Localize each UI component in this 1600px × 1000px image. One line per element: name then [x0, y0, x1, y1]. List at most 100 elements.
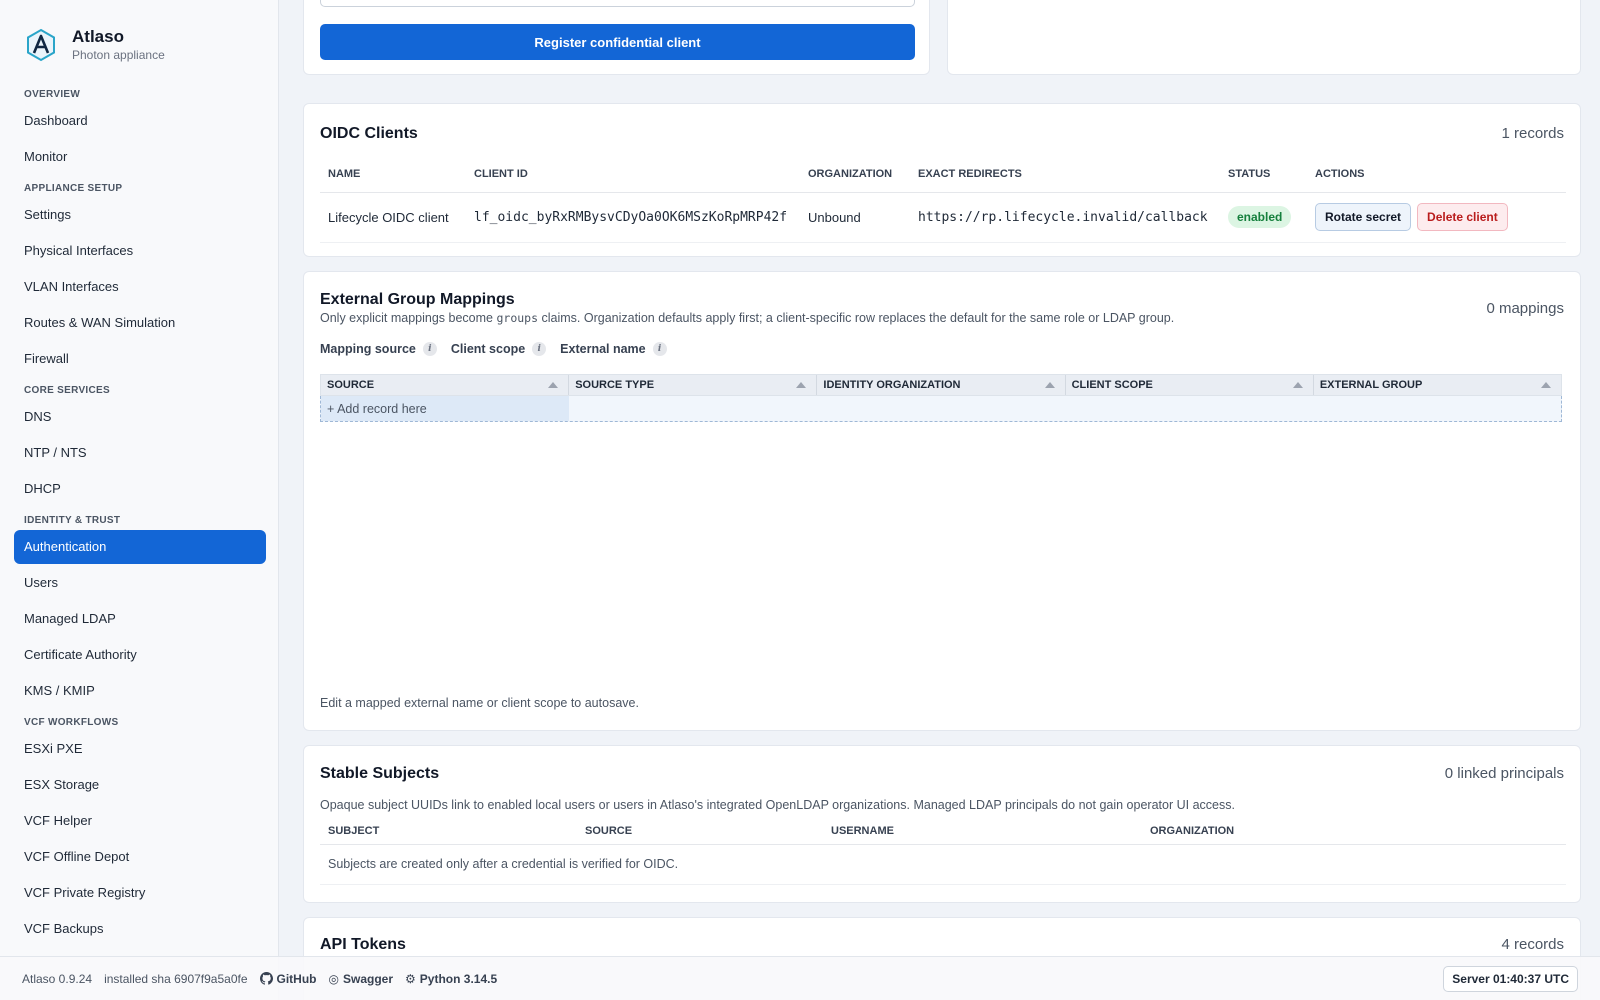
column-header-external-group[interactable]: EXTERNAL GROUP — [1314, 375, 1561, 395]
api-tokens-title: API Tokens — [320, 936, 406, 953]
main-content: Register confidential client OIDC Client… — [279, 0, 1600, 1000]
sort-asc-icon[interactable] — [1541, 382, 1552, 388]
sort-asc-icon[interactable] — [1044, 382, 1055, 388]
sidebar-group-appliance-setup: APPLIANCE SETUP — [24, 183, 123, 194]
sidebar-item-authentication[interactable]: Authentication — [14, 530, 266, 564]
column-header-client-id[interactable]: CLIENT ID — [466, 156, 800, 193]
sidebar-group-vcf-workflows: VCF WORKFLOWS — [24, 717, 119, 728]
sidebar-group-overview: OVERVIEW — [24, 89, 81, 100]
column-header-name[interactable]: NAME — [320, 156, 466, 193]
github-link[interactable]: GitHub — [259, 972, 317, 986]
delete-client-button[interactable]: Delete client — [1417, 203, 1508, 231]
sidebar-item-dashboard[interactable]: Dashboard — [14, 104, 266, 138]
empty-row: Subjects are created only after a creden… — [320, 844, 1566, 885]
column-header-exact-redirects[interactable]: EXACT REDIRECTS — [910, 156, 1220, 193]
oidc-clients-table: NAME CLIENT ID ORGANIZATION EXACT REDIRE… — [320, 156, 1566, 243]
redirects-textarea[interactable] — [320, 0, 915, 7]
table-header-row: SUBJECT SOURCE USERNAME ORGANIZATION — [320, 818, 1566, 845]
info-icon[interactable]: i — [422, 342, 437, 356]
column-header-status[interactable]: STATUS — [1220, 156, 1307, 193]
swagger-link[interactable]: ◎ Swagger — [329, 972, 394, 986]
sidebar-item-vlan-interfaces[interactable]: VLAN Interfaces — [14, 270, 266, 304]
egm-count: 0 mappings — [1486, 300, 1564, 317]
info-icon[interactable]: i — [652, 342, 667, 356]
empty-state-text: Subjects are created only after a creden… — [320, 844, 1566, 885]
column-header-source[interactable]: SOURCE — [321, 375, 570, 395]
filter-external-name[interactable]: External name i — [560, 342, 667, 356]
sidebar-item-esx-storage[interactable]: ESX Storage — [14, 768, 266, 802]
egm-title: External Group Mappings — [320, 291, 515, 308]
column-header-identity-organization[interactable]: IDENTITY ORGANIZATION — [817, 375, 1066, 395]
brand[interactable]: Atlaso Photon appliance — [24, 26, 165, 62]
column-header-client-scope[interactable]: CLIENT SCOPE — [1066, 375, 1314, 395]
client-organization: Unbound — [800, 192, 910, 243]
sidebar: Atlaso Photon appliance OVERVIEW Dashboar… — [0, 0, 279, 1000]
sidebar-item-esxi-pxe[interactable]: ESXi PXE — [14, 732, 266, 766]
version-text: Atlaso 0.9.24 — [22, 971, 93, 986]
sidebar-item-dhcp[interactable]: DHCP — [14, 472, 266, 506]
sort-asc-icon[interactable] — [796, 382, 807, 388]
api-tokens-count: 4 records — [1501, 936, 1564, 953]
info-icon[interactable]: i — [532, 342, 547, 356]
column-header-username[interactable]: USERNAME — [823, 818, 1142, 845]
column-header-source[interactable]: SOURCE — [577, 818, 823, 845]
sidebar-nav: OVERVIEW Dashboard Monitor APPLIANCE SETUP S… — [14, 80, 266, 948]
sidebar-item-kms-kmip[interactable]: KMS / KMIP — [14, 674, 266, 708]
sidebar-item-managed-ldap[interactable]: Managed LDAP — [14, 602, 266, 636]
column-header-organization[interactable]: ORGANIZATION — [1142, 818, 1566, 845]
rotate-secret-button[interactable]: Rotate secret — [1315, 203, 1412, 231]
sort-asc-icon[interactable] — [548, 382, 559, 388]
filter-client-scope[interactable]: Client scope i — [451, 342, 547, 356]
sidebar-item-vcf-backups[interactable]: VCF Backups — [14, 912, 266, 946]
column-header-actions: ACTIONS — [1307, 156, 1566, 193]
oidc-clients-title: OIDC Clients — [320, 125, 418, 142]
egm-description: Only explicit mappings become groups cla… — [320, 311, 1175, 325]
sidebar-item-monitor[interactable]: Monitor — [14, 140, 266, 174]
stable-subjects-card: Stable Subjects 0 linked principals Opaq… — [303, 745, 1581, 903]
sidebar-item-firewall[interactable]: Firewall — [14, 342, 266, 376]
sidebar-item-ntp-nts[interactable]: NTP / NTS — [14, 436, 266, 470]
egm-filters: Mapping source i Client scope i External n… — [320, 342, 681, 356]
sidebar-item-routes-and-wan-simulation[interactable]: Routes & WAN Simulation — [14, 306, 266, 340]
add-record-row: + Add record here — [320, 396, 1562, 422]
grid-header-row: SOURCE SOURCE TYPE IDENTITY ORGANIZATION… — [320, 374, 1562, 396]
stable-subjects-title: Stable Subjects — [320, 765, 440, 782]
column-header-organization[interactable]: ORGANIZATION — [800, 156, 910, 193]
sidebar-item-settings[interactable]: Settings — [14, 198, 266, 232]
side-panel-card — [947, 0, 1581, 75]
oidc-clients-count: 1 records — [1501, 125, 1564, 142]
brand-subtitle: Photon appliance — [72, 48, 165, 62]
sidebar-item-dns[interactable]: DNS — [14, 400, 266, 434]
sort-asc-icon[interactable] — [1292, 382, 1303, 388]
sidebar-item-vcf-private-registry[interactable]: VCF Private Registry — [14, 876, 266, 910]
swagger-icon: ◎ — [328, 971, 339, 986]
register-client-button[interactable]: Register confidential client — [320, 24, 915, 60]
atlaso-logo-icon — [27, 28, 55, 62]
client-id: lf_oidc_byRxRMBysvCDyOa0OK6MSzKoRpMRP42f — [466, 192, 800, 243]
client-name: Lifecycle OIDC client — [320, 192, 466, 243]
groups-code: groups — [496, 311, 539, 325]
external-group-mappings-card: External Group Mappings 0 mappings Only … — [303, 271, 1581, 731]
egm-grid: SOURCE SOURCE TYPE IDENTITY ORGANIZATION… — [320, 374, 1562, 422]
sidebar-item-vcf-offline-depot[interactable]: VCF Offline Depot — [14, 840, 266, 874]
sidebar-item-physical-interfaces[interactable]: Physical Interfaces — [14, 234, 266, 268]
brand-name: Atlaso — [72, 27, 124, 46]
sidebar-item-vcf-helper[interactable]: VCF Helper — [14, 804, 266, 838]
stable-subjects-description: Opaque subject UUIDs link to enabled loc… — [320, 798, 1235, 812]
filter-mapping-source[interactable]: Mapping source i — [320, 342, 437, 356]
egm-autosave-note: Edit a mapped external name or client sc… — [320, 696, 639, 710]
installed-sha-text: installed sha 6907f9a5a0fe — [104, 971, 248, 986]
add-record-button[interactable]: + Add record here — [321, 396, 569, 421]
status-footer: Atlaso 0.9.24 installed sha 6907f9a5a0fe… — [0, 956, 1600, 1000]
sidebar-group-identity-and-trust: IDENTITY & TRUST — [24, 515, 121, 526]
table-row: Lifecycle OIDC client lf_oidc_byRxRMBysv… — [320, 192, 1566, 243]
register-client-card: Register confidential client — [303, 0, 930, 75]
github-icon — [259, 972, 273, 985]
sidebar-item-certificate-authority[interactable]: Certificate Authority — [14, 638, 266, 672]
column-header-subject[interactable]: SUBJECT — [320, 818, 577, 845]
oidc-clients-card: OIDC Clients 1 records NAME CLIENT ID OR… — [303, 103, 1581, 257]
stable-subjects-table: SUBJECT SOURCE USERNAME ORGANIZATION Sub… — [320, 818, 1566, 885]
column-header-source-type[interactable]: SOURCE TYPE — [569, 375, 818, 395]
sidebar-item-users[interactable]: Users — [14, 566, 266, 600]
stable-subjects-count: 0 linked principals — [1444, 765, 1564, 782]
